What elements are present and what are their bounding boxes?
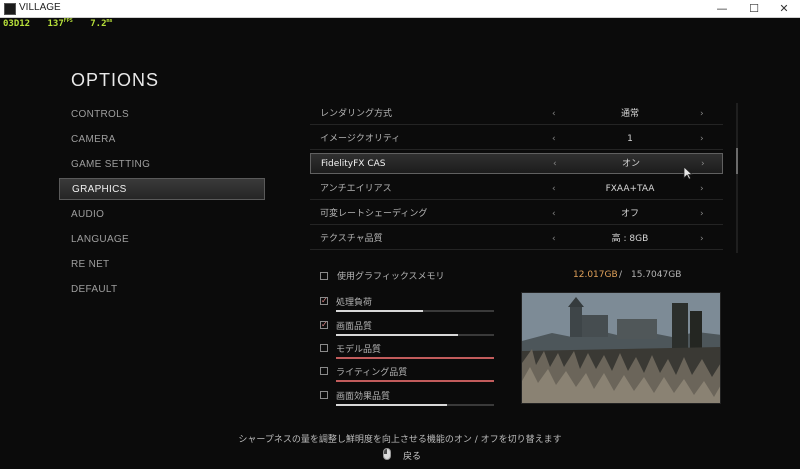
scrollbar-thumb[interactable]	[736, 148, 738, 174]
fps-readout: 137FPS	[47, 18, 73, 29]
load-fill	[336, 310, 423, 312]
load-fill	[336, 404, 447, 406]
vram-separator: /	[619, 270, 623, 280]
load-checkbox[interactable]: ✓	[320, 321, 328, 329]
minimize-button[interactable]: —	[706, 0, 738, 18]
setting-row-image-quality[interactable]: イメージクオリティ ‹ 1 ›	[310, 129, 723, 150]
setting-row-fidelityfx-cas[interactable]: FidelityFX CAS ‹ オン ›	[310, 153, 723, 174]
load-label: 処理負荷	[336, 298, 373, 308]
load-track	[336, 357, 494, 359]
menu-item-audio[interactable]: AUDIO	[59, 204, 265, 226]
load-fill	[336, 380, 494, 382]
chevron-left-icon[interactable]: ‹	[553, 154, 557, 175]
setting-row-rendering-mode[interactable]: レンダリング方式 ‹ 通常 ›	[310, 104, 723, 125]
fps-unit: FPS	[63, 18, 73, 24]
fps-value: 137	[47, 19, 64, 29]
menu-item-controls[interactable]: CONTROLS	[59, 104, 265, 126]
load-item-processing[interactable]: ✓ 処理負荷	[320, 295, 494, 317]
setting-label: テクスチャ品質	[320, 234, 383, 244]
setting-label: イメージクオリティ	[320, 134, 401, 144]
load-checkbox[interactable]	[320, 391, 328, 399]
chevron-right-icon[interactable]: ›	[700, 179, 704, 200]
footer-description: シャープネスの量を調整し鮮明度を向上させる機能のオン / オフを切り替えます	[238, 435, 562, 445]
setting-row-variable-rate-shading[interactable]: 可変レートシェーディング ‹ オフ ›	[310, 204, 723, 225]
setting-row-anti-aliasing[interactable]: アンチエイリアス ‹ FXAA+TAA ›	[310, 179, 723, 200]
back-label: 戻る	[403, 452, 422, 462]
chevron-right-icon[interactable]: ›	[701, 154, 705, 175]
load-track	[336, 404, 494, 406]
menu-item-game-setting[interactable]: GAME SETTING	[59, 154, 265, 176]
menu-item-re-net[interactable]: RE NET	[59, 254, 265, 276]
options-title: OPTIONS	[71, 70, 160, 90]
chevron-left-icon[interactable]: ‹	[552, 104, 556, 125]
setting-value: 通常	[620, 109, 639, 119]
menu-item-default[interactable]: DEFAULT	[59, 279, 265, 301]
load-checkbox[interactable]: ✓	[320, 297, 328, 305]
setting-value: 高 : 8GB	[611, 234, 649, 244]
chevron-left-icon[interactable]: ‹	[552, 204, 556, 225]
vram-checkbox[interactable]	[320, 272, 328, 280]
preview-scene	[522, 293, 720, 403]
frametime-unit: ms	[106, 18, 113, 24]
chevron-left-icon[interactable]: ‹	[552, 229, 556, 250]
load-item-lighting-quality[interactable]: ライティング品質	[320, 365, 494, 387]
setting-label: レンダリング方式	[320, 109, 393, 119]
window-title: VILLAGE	[19, 2, 61, 13]
vram-total: 15.7047GB	[631, 270, 682, 280]
settings-scrollbar[interactable]	[736, 103, 738, 253]
load-track	[336, 380, 494, 382]
setting-value: オン	[621, 159, 640, 169]
load-track	[336, 334, 494, 336]
frame-counter: 03D12	[3, 19, 31, 29]
vram-used: 12.017GB	[573, 270, 618, 280]
setting-label: FidelityFX CAS	[321, 159, 386, 169]
setting-value: オフ	[620, 209, 639, 219]
setting-label: 可変レートシェーディング	[320, 209, 428, 219]
window-titlebar: VILLAGE — ☐ ✕	[0, 0, 800, 18]
app-icon	[4, 3, 16, 15]
load-item-effects-quality[interactable]: 画面効果品質	[320, 389, 494, 411]
menu-item-language[interactable]: LANGUAGE	[59, 229, 265, 251]
load-track	[336, 310, 494, 312]
load-label: 画面品質	[336, 322, 373, 332]
maximize-button[interactable]: ☐	[738, 0, 770, 18]
load-checkbox[interactable]	[320, 344, 328, 352]
chevron-right-icon[interactable]: ›	[700, 104, 704, 125]
setting-value: FXAA+TAA	[605, 184, 655, 194]
frametime-readout: 7.2ms	[90, 18, 113, 29]
load-label: ライティング品質	[336, 368, 408, 378]
chevron-left-icon[interactable]: ‹	[552, 129, 556, 150]
load-fill	[336, 334, 458, 336]
load-fill	[336, 357, 494, 359]
load-label: 画面効果品質	[336, 392, 391, 402]
mouse-right-click-icon	[383, 448, 391, 460]
vram-label: 使用グラフィックスメモリ	[337, 272, 445, 282]
menu-item-camera[interactable]: CAMERA	[59, 129, 265, 151]
chevron-right-icon[interactable]: ›	[700, 204, 704, 225]
chevron-right-icon[interactable]: ›	[700, 129, 704, 150]
load-item-screen-quality[interactable]: ✓ 画面品質	[320, 319, 494, 341]
frametime-value: 7.2	[90, 19, 107, 29]
load-checkbox[interactable]	[320, 367, 328, 375]
chevron-right-icon[interactable]: ›	[700, 229, 704, 250]
setting-label: アンチエイリアス	[320, 184, 392, 194]
load-label: モデル品質	[336, 345, 382, 355]
load-item-model-quality[interactable]: モデル品質	[320, 342, 494, 364]
close-button[interactable]: ✕	[768, 0, 800, 18]
graphics-preview-image	[521, 292, 721, 404]
mouse-cursor-icon	[683, 166, 693, 180]
performance-overlay: 03D12 137FPS 7.2ms	[3, 18, 125, 29]
setting-value: 1	[627, 134, 633, 144]
menu-item-graphics[interactable]: GRAPHICS	[59, 178, 265, 200]
chevron-left-icon[interactable]: ‹	[552, 179, 556, 200]
setting-row-texture-quality[interactable]: テクスチャ品質 ‹ 高 : 8GB ›	[310, 229, 723, 250]
